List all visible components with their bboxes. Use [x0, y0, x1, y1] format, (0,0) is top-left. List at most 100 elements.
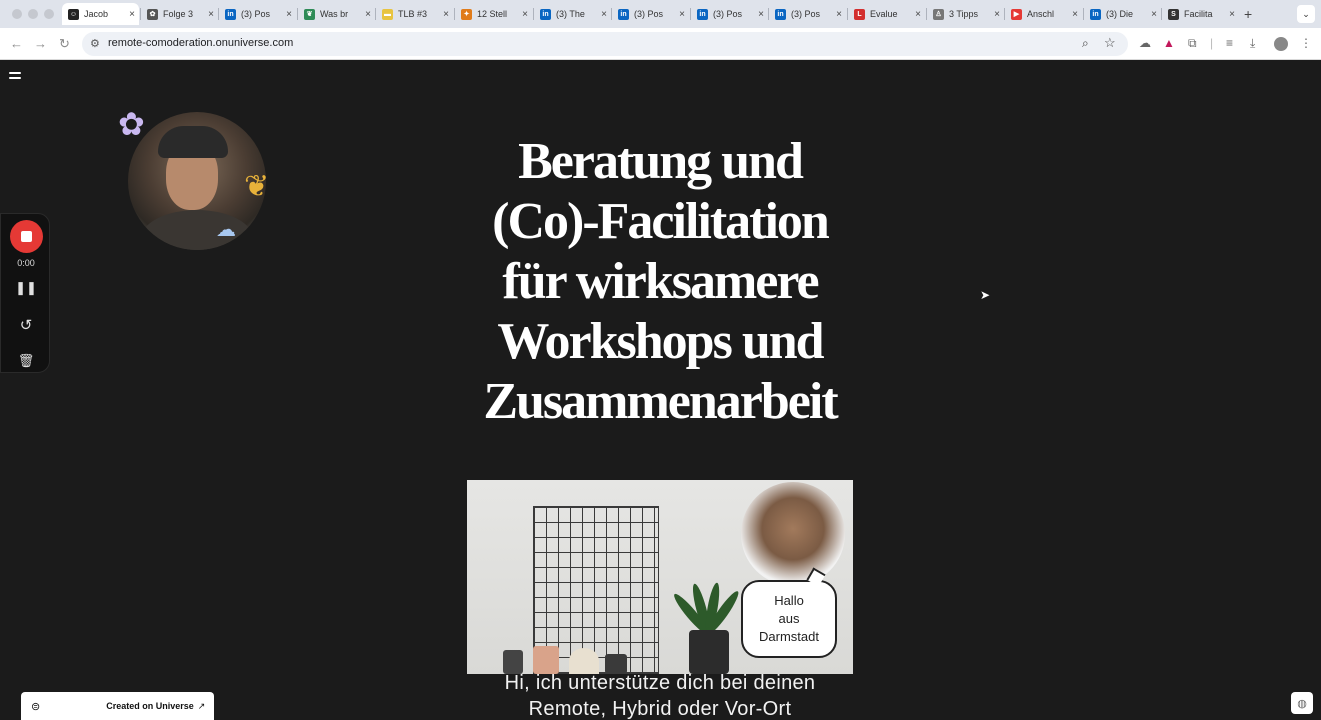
close-tab-icon[interactable]: × — [286, 9, 292, 20]
stop-recording-button[interactable] — [10, 220, 43, 253]
browser-tab[interactable]: in (3) Pos × — [769, 3, 846, 25]
close-tab-icon[interactable]: × — [1229, 9, 1235, 20]
speech-bubble: Hallo aus Darmstadt — [741, 580, 837, 658]
profile-avatar[interactable] — [1274, 37, 1288, 51]
menu-icon[interactable] — [9, 72, 21, 82]
close-tab-icon[interactable]: × — [208, 9, 214, 20]
browser-tab[interactable]: in (3) The × — [534, 3, 611, 25]
new-tab-icon[interactable]: + — [1244, 6, 1252, 22]
language-globe-icon[interactable]: ◍ — [1291, 692, 1313, 714]
toolbar-divider: | — [1210, 36, 1214, 50]
intro-video[interactable]: Hallo aus Darmstadt — [467, 480, 853, 674]
browser-tab[interactable]: in (3) Pos × — [612, 3, 689, 25]
browser-tab[interactable]: ✿ Folge 3 × — [141, 3, 218, 25]
browser-tab[interactable]: ❦ Was br × — [298, 3, 375, 25]
close-tab-icon[interactable]: × — [129, 9, 135, 20]
tab-separator — [297, 8, 298, 20]
universe-logo-icon: ⊜ — [31, 700, 41, 713]
browser-menu-icon[interactable]: ⋮ — [1300, 36, 1312, 50]
octopus-favicon-icon: ✿ — [147, 8, 158, 20]
recording-time: 0:00 — [17, 258, 35, 268]
minimize-window-icon[interactable] — [28, 9, 38, 19]
recorder-panel: 0:00 ❚❚ ↺ 🗑 — [0, 213, 50, 373]
reload-icon[interactable]: ↻ — [59, 36, 70, 52]
linkedin-favicon-icon: in — [618, 8, 629, 20]
plant — [667, 550, 747, 674]
smile-favicon-icon: ☺ — [68, 8, 79, 20]
tab-title: (3) Pos — [634, 9, 664, 19]
url-text: remote-comoderation.onuniverse.com — [108, 37, 294, 49]
address-bar[interactable]: ⚙ remote-comoderation.onuniverse.com ⌕ ☆ — [82, 32, 1128, 56]
forward-icon[interactable]: → — [34, 36, 47, 51]
close-tab-icon[interactable]: × — [1151, 9, 1157, 20]
person-favicon-icon: ♙ — [933, 8, 944, 20]
browser-tab[interactable]: ▶ Anschl × — [1005, 3, 1082, 25]
tab-title: Was br — [320, 9, 349, 19]
window-controls — [12, 9, 54, 19]
flower-decoration-icon: ✿ — [118, 106, 145, 142]
youtube-favicon-icon: ▶ — [1011, 8, 1022, 20]
l-favicon-icon: L — [854, 8, 865, 20]
tab-separator — [218, 8, 219, 20]
download-icon[interactable]: ⤓ — [1250, 36, 1255, 51]
bubble-line: aus — [778, 611, 800, 626]
tab-search-icon[interactable]: ⌄ — [1297, 5, 1315, 23]
tab-separator — [454, 8, 455, 20]
close-tab-icon[interactable]: × — [758, 9, 764, 20]
flame-favicon-icon: ✦ — [461, 8, 472, 20]
tab-title: (3) Pos — [713, 9, 743, 19]
restart-icon[interactable]: ↺ — [1, 316, 51, 334]
browser-tab[interactable]: ▬ TLB #3 × — [376, 3, 453, 25]
pause-icon[interactable]: ❚❚ — [1, 280, 51, 296]
linkedin-favicon-icon: in — [1090, 8, 1101, 20]
page-headline: Beratung und (Co)-Facilitation für wirks… — [430, 132, 890, 432]
close-tab-icon[interactable]: × — [601, 9, 607, 20]
web-page: ✿ ❦ ☁ 0:00 ❚❚ ↺ 🗑 Beratung und (Co)-Faci… — [0, 60, 1321, 720]
close-window-icon[interactable] — [12, 9, 22, 19]
tab-separator — [768, 8, 769, 20]
extension-icon[interactable]: ▲ — [1163, 36, 1175, 50]
browser-tab[interactable]: in (3) Die × — [1084, 3, 1161, 25]
close-tab-icon[interactable]: × — [679, 9, 685, 20]
zoom-icon[interactable]: ⌕ — [1082, 36, 1089, 51]
cloud-extension-icon[interactable]: ☁ — [1139, 36, 1151, 50]
close-tab-icon[interactable]: × — [365, 9, 371, 20]
browser-tab[interactable]: ✦ 12 Stell × — [455, 3, 532, 25]
site-settings-icon[interactable]: ⚙ — [90, 37, 100, 50]
s-favicon-icon: S — [1168, 8, 1179, 20]
badge-label: Created on Universe — [106, 701, 194, 711]
back-icon[interactable]: ← — [10, 36, 23, 51]
close-tab-icon[interactable]: × — [522, 9, 528, 20]
bush-decoration-icon: ☁ — [216, 219, 236, 241]
tab-separator — [926, 8, 927, 20]
leaf-favicon-icon: ❦ — [304, 8, 315, 20]
close-tab-icon[interactable]: × — [836, 9, 842, 20]
browser-tab[interactable]: ♙ 3 Tipps × — [927, 3, 1004, 25]
mouse-cursor-icon: ➤ — [980, 288, 991, 302]
created-on-universe-link[interactable]: ⊜ Created on Universe ↗ — [21, 692, 214, 720]
bookmark-star-icon[interactable]: ☆ — [1104, 35, 1116, 51]
close-tab-icon[interactable]: × — [443, 9, 449, 20]
close-tab-icon[interactable]: × — [915, 9, 921, 20]
trash-icon[interactable]: 🗑 — [1, 353, 51, 369]
tab-separator — [1083, 8, 1084, 20]
tab-separator — [140, 8, 141, 20]
close-tab-icon[interactable]: × — [994, 9, 1000, 20]
tab-title: Folge 3 — [163, 9, 194, 19]
extensions-puzzle-icon[interactable]: ⧉ — [1188, 36, 1197, 51]
tab-separator — [1161, 8, 1162, 20]
linkedin-favicon-icon: in — [697, 8, 708, 20]
maximize-window-icon[interactable] — [44, 9, 54, 19]
headline-line: für wirksamere — [502, 253, 819, 310]
bar-favicon-icon: ▬ — [382, 8, 393, 20]
close-tab-icon[interactable]: × — [1072, 9, 1078, 20]
reading-list-icon[interactable]: ≡ — [1226, 36, 1233, 50]
tab-strip: ☺ Jacob × ✿ Folge 3 × in (3) Pos × ❦ Was br × ▬ TLB … — [0, 0, 1321, 28]
browser-tab[interactable]: L Evalue × — [848, 3, 925, 25]
browser-tab[interactable]: S Facilita × — [1162, 3, 1239, 25]
browser-tab[interactable]: in (3) Pos × — [219, 3, 296, 25]
browser-tab[interactable]: in (3) Pos × — [691, 3, 768, 25]
tab-title: (3) Pos — [241, 9, 271, 19]
tab-title: Evalue — [870, 9, 898, 19]
browser-tab[interactable]: ☺ Jacob × — [62, 3, 139, 25]
